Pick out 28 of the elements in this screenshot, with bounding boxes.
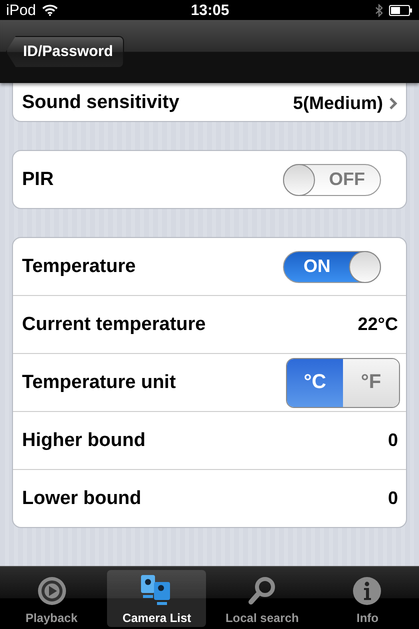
tab[interactable]: Local search (212, 570, 312, 627)
clock: 13:05 (190, 2, 230, 18)
wifi-icon (42, 4, 58, 16)
row-label: Sound sensitivity (22, 92, 180, 114)
replay-icon (36, 575, 68, 607)
device-name: iPod (6, 2, 36, 18)
row-value: 0 (388, 430, 398, 451)
row-value: 22°C (358, 314, 398, 335)
back-button[interactable]: ID/Password (6, 36, 124, 68)
row-label: Lower bound (22, 488, 142, 510)
row-label: Higher bound (22, 430, 146, 452)
row-label: Current temperature (22, 314, 207, 336)
row-label: Temperature (22, 256, 137, 278)
battery-icon (389, 4, 413, 16)
row-value: 0 (388, 488, 398, 509)
bluetooth-icon (375, 4, 383, 16)
row-label: Temperature unit (22, 372, 177, 394)
unit-option[interactable]: °C (287, 358, 343, 406)
row-label: PIR (22, 168, 55, 190)
toggle-switch[interactable]: ON (283, 250, 381, 282)
tab[interactable]: Info (318, 570, 417, 627)
tab[interactable]: Camera List (107, 570, 206, 627)
toggle-switch[interactable]: OFF (283, 164, 381, 196)
tab[interactable]: Playback (2, 570, 101, 627)
unit-option[interactable]: °F (343, 358, 399, 406)
chevron-icon (389, 96, 398, 110)
row-value[interactable]: 5(Medium) (293, 92, 383, 114)
info-icon (351, 575, 384, 607)
